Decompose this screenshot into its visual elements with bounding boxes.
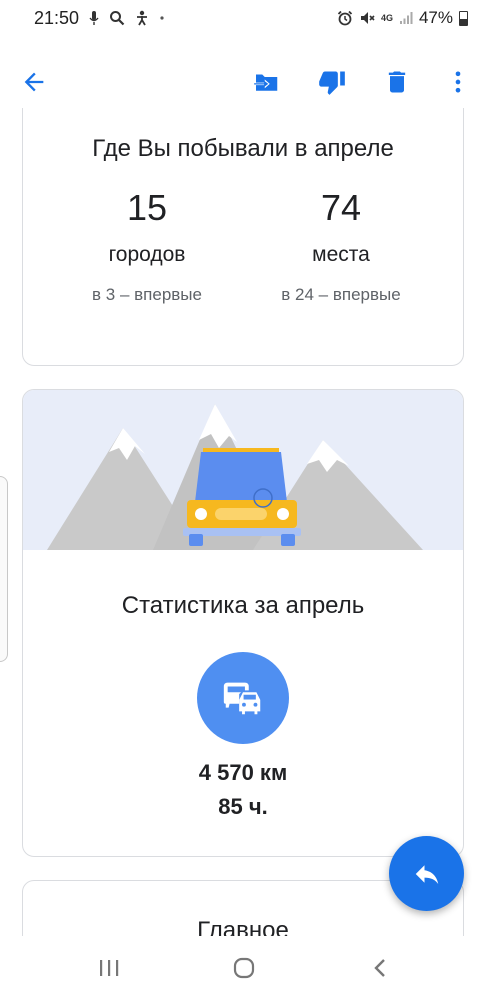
status-time: 21:50 xyxy=(34,7,80,28)
cities-count: 15 xyxy=(126,187,168,228)
stats-title: Статистика за апрель xyxy=(121,592,365,619)
status-bar: 21:50 4G 47% xyxy=(0,0,486,36)
search-icon xyxy=(109,10,125,26)
edge-panel-handle[interactable] xyxy=(0,476,8,662)
places-first-time: в 24 – впервые xyxy=(281,285,401,304)
move-to-inbox-icon xyxy=(253,74,278,91)
battery-percent: 47% xyxy=(418,8,453,27)
reply-icon xyxy=(415,864,438,884)
mute-icon xyxy=(359,10,375,26)
toolbar xyxy=(0,56,486,108)
visited-card: Где Вы побывали в апреле 15 городов в 3 … xyxy=(22,108,464,366)
delete-button[interactable] xyxy=(377,62,417,102)
reply-button[interactable] xyxy=(389,836,464,911)
cities-label: городов xyxy=(108,243,186,266)
accessibility-icon xyxy=(135,10,149,26)
home-icon xyxy=(233,957,255,979)
places-stat: 74 места в 24 – впервые xyxy=(241,187,441,305)
battery-icon xyxy=(459,10,468,26)
chevron-left-icon xyxy=(374,959,385,977)
transit-car-icon xyxy=(223,682,261,715)
recent-apps-icon xyxy=(100,960,119,976)
move-to-button[interactable] xyxy=(246,62,286,102)
microphone-icon xyxy=(89,10,99,26)
visited-title: Где Вы побывали в апреле xyxy=(92,135,394,162)
recent-apps-button[interactable] xyxy=(85,950,133,986)
hours-value: 85 ч. xyxy=(218,794,268,819)
cities-first-time: в 3 – впервые xyxy=(92,285,202,304)
stats-card: Статистика за апрель 4 570 км 85 ч. xyxy=(22,389,464,857)
signal-icon xyxy=(399,11,413,25)
dislike-button[interactable] xyxy=(312,62,352,102)
car-mountains-illustration xyxy=(23,390,463,550)
back-nav-button[interactable] xyxy=(356,950,404,986)
more-vert-icon xyxy=(455,71,461,93)
trash-icon xyxy=(388,71,406,93)
alarm-icon xyxy=(337,10,353,26)
network-type-label: 4G xyxy=(380,13,393,23)
back-button[interactable] xyxy=(14,62,54,102)
more-options-button[interactable] xyxy=(438,62,478,102)
transport-badge xyxy=(197,652,289,744)
cities-stat: 15 городов в 3 – впервые xyxy=(47,187,247,305)
email-body[interactable]: Где Вы побывали в апреле 15 городов в 3 … xyxy=(0,108,486,936)
highlights-title: Главное xyxy=(197,917,289,936)
arrow-back-icon xyxy=(24,72,44,92)
system-navigation-bar xyxy=(0,936,486,1000)
distance-value: 4 570 км xyxy=(198,760,288,785)
places-count: 74 xyxy=(320,187,362,228)
places-label: места xyxy=(312,243,370,266)
dot-icon xyxy=(159,15,165,21)
home-button[interactable] xyxy=(220,950,268,986)
thumb-down-icon xyxy=(319,71,345,95)
